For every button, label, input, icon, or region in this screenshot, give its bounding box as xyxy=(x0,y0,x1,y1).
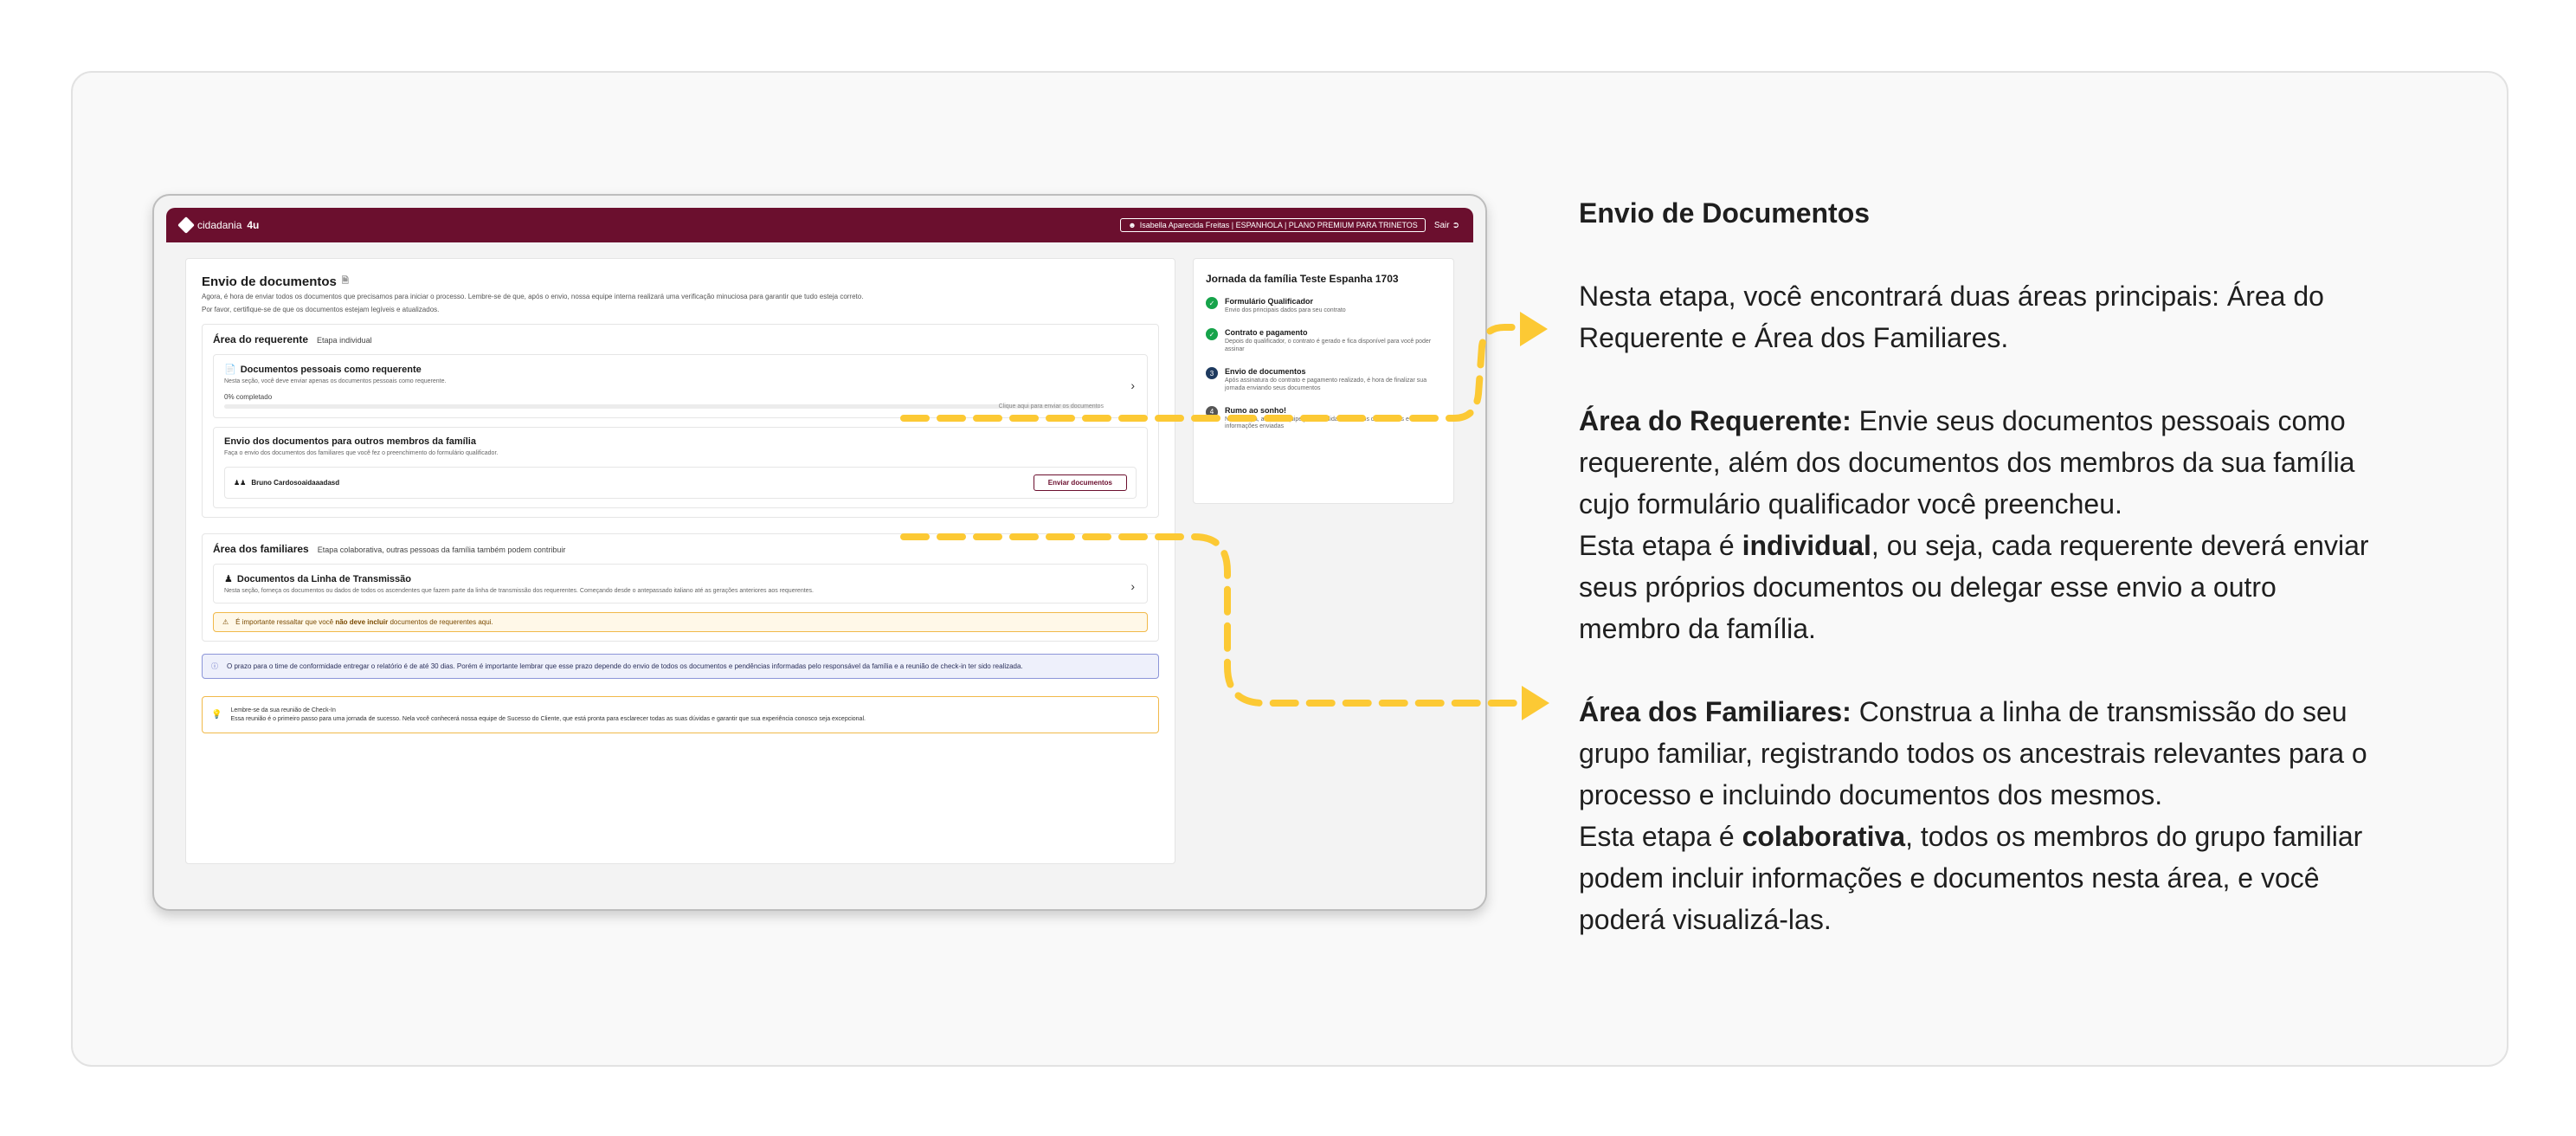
arrowhead-requerente xyxy=(1520,312,1548,346)
explanation-requerente: Área do Requerente: Envie seus documento… xyxy=(1579,405,2369,644)
explanation-text: Envio de Documentos Nesta etapa, você en… xyxy=(1579,192,2375,982)
explanation-title: Envio de Documentos xyxy=(1579,197,1871,229)
arrow-requerente xyxy=(900,324,1527,422)
explanation-familiares: Área dos Familiares: Construa a linha de… xyxy=(1579,696,2367,935)
arrowhead-familiares xyxy=(1522,686,1549,720)
arrow-familiares xyxy=(900,533,1527,707)
explanation-intro: Nesta etapa, você encontrará duas áreas … xyxy=(1579,281,2324,353)
